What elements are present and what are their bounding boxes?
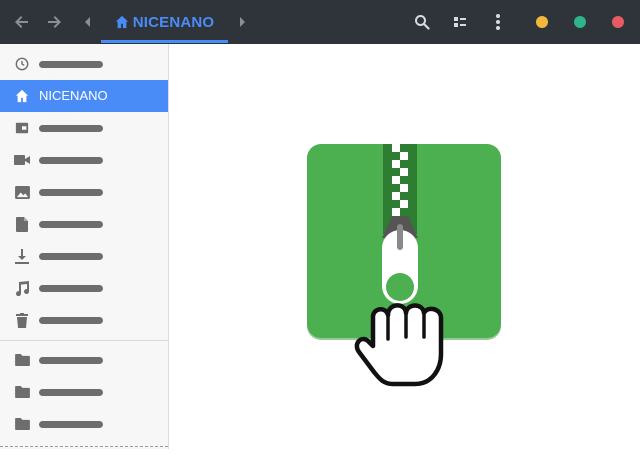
music-icon — [14, 280, 30, 296]
breadcrumb-scroll-right[interactable] — [234, 0, 250, 44]
sidebar-item-placeholder — [39, 389, 103, 396]
main-content — [169, 44, 640, 449]
sidebar-item-placeholder — [39, 421, 103, 428]
folder-icon — [14, 384, 30, 400]
sidebar-item-placeholder — [39, 189, 103, 196]
sidebar-item-downloads[interactable] — [0, 240, 168, 272]
breadcrumb-home[interactable]: NICENANO — [101, 0, 228, 44]
breadcrumb-label: NICENANO — [132, 13, 215, 31]
forward-arrow-icon — [48, 16, 61, 28]
recent-icon — [14, 56, 30, 72]
breadcrumb-scroll-left[interactable] — [80, 0, 96, 44]
maximize-window-button[interactable] — [574, 16, 586, 28]
sidebar-item-placeholder — [39, 221, 103, 228]
sidebar-item-placeholder — [39, 357, 103, 364]
view-list-icon — [454, 17, 466, 27]
view-toggle-button[interactable] — [448, 0, 472, 44]
zip-archive-illustration — [307, 144, 501, 387]
sidebar-item-label: NICENANO — [39, 88, 108, 103]
sidebar-item-placeholder — [39, 125, 103, 132]
desktop-icon — [14, 120, 30, 136]
folder-icon — [14, 352, 30, 368]
image-icon — [14, 184, 30, 200]
sidebar-item-placeholder — [39, 253, 103, 260]
close-window-button[interactable] — [612, 16, 624, 28]
back-arrow-icon — [15, 16, 28, 28]
sidebar-item-home[interactable]: NICENANO — [0, 80, 168, 112]
search-icon — [415, 15, 430, 30]
sidebar-item-placeholder — [39, 157, 103, 164]
sidebar-item-recent[interactable] — [0, 48, 168, 80]
sidebar-item-folder[interactable] — [0, 376, 168, 408]
sidebar-divider — [0, 340, 168, 341]
forward-button[interactable] — [42, 0, 66, 44]
title-bar: NICENANO — [0, 0, 640, 44]
sidebar-item-placeholder — [39, 285, 103, 292]
sidebar-drop-target — [0, 446, 168, 447]
menu-button[interactable] — [486, 0, 510, 44]
sidebar-item-trash[interactable] — [0, 304, 168, 336]
more-vertical-icon — [496, 14, 500, 30]
sidebar-item-videos[interactable] — [0, 144, 168, 176]
minimize-window-button[interactable] — [536, 16, 548, 28]
search-button[interactable] — [410, 0, 434, 44]
sidebar: NICENANO — [0, 44, 169, 449]
video-icon — [14, 152, 30, 168]
sidebar-item-documents[interactable] — [0, 208, 168, 240]
back-button[interactable] — [10, 0, 34, 44]
folder-icon — [14, 416, 30, 432]
sidebar-item-placeholder — [39, 61, 103, 68]
sidebar-item-pictures[interactable] — [0, 176, 168, 208]
home-icon — [115, 15, 128, 29]
chevron-right-icon — [240, 17, 245, 27]
trash-icon — [14, 312, 30, 328]
sidebar-item-placeholder — [39, 317, 103, 324]
sidebar-item-folder[interactable] — [0, 408, 168, 440]
document-icon — [14, 216, 30, 232]
breadcrumb-active-indicator — [101, 40, 228, 43]
chevron-left-icon — [85, 17, 90, 27]
sidebar-item-folder[interactable] — [0, 344, 168, 376]
home-icon — [14, 88, 30, 104]
download-icon — [14, 248, 30, 264]
sidebar-item-music[interactable] — [0, 272, 168, 304]
sidebar-item-desktop[interactable] — [0, 112, 168, 144]
